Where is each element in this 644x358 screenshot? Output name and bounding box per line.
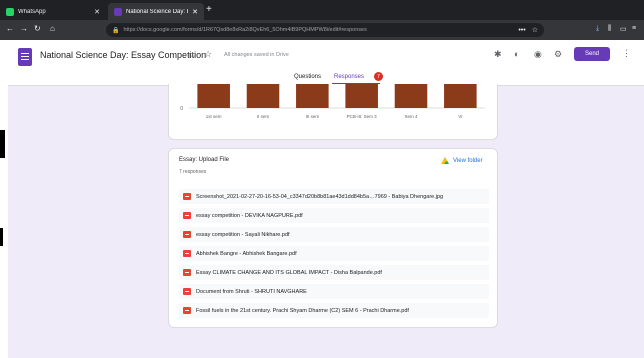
folder-icon[interactable]: ▭	[188, 49, 197, 60]
x-tick-label: VI	[458, 114, 462, 119]
file-name: essay competition - DEVIKA NAGPURE.pdf	[196, 212, 303, 219]
google-drive-icon	[441, 157, 449, 164]
file-row[interactable]: Document from Shruti - SHRUTI NAVGHARE	[179, 284, 489, 299]
addons-icon[interactable]: ✱	[494, 49, 502, 60]
chart-bar	[345, 84, 378, 108]
lock-icon: 🔒	[112, 27, 120, 34]
window-edge	[0, 228, 3, 246]
save-status: All changes saved in Drive	[224, 52, 289, 58]
chart-bar	[444, 84, 477, 108]
file-row[interactable]: Abhishek Bangre - Abhishek Bangare.pdf	[179, 246, 489, 261]
file-name: Abhishek Bangre - Abhishek Bangare.pdf	[196, 250, 297, 257]
browser-tab-bar: WhatsApp ✕ National Science Day: Essay C…	[0, 0, 644, 20]
home-icon[interactable]: ⌂	[50, 24, 55, 33]
response-count: 7 responses	[179, 169, 207, 175]
forward-icon[interactable]: →	[20, 24, 28, 33]
view-folder-label: View folder	[453, 157, 483, 164]
close-icon[interactable]: ✕	[192, 8, 198, 16]
x-tick-label: III sem	[306, 114, 320, 119]
file-upload-card: Essay: Upload File 7 responses View fold…	[168, 148, 498, 328]
library-icon[interactable]: ⫼	[608, 25, 611, 33]
send-button[interactable]: Send	[574, 47, 610, 61]
tab-whatsapp[interactable]: WhatsApp ✕	[0, 3, 106, 20]
star-icon[interactable]: ☆	[204, 49, 212, 60]
window-edge	[0, 130, 5, 158]
file-row[interactable]: Essay CLIMATE CHANGE AND ITS GLOBAL IMPA…	[179, 265, 489, 280]
tab-forms[interactable]: National Science Day: Essay C ✕	[108, 3, 204, 20]
x-tick-label: II sem	[257, 114, 270, 119]
question-title: Essay: Upload File	[179, 157, 230, 163]
chart-bar	[394, 84, 428, 108]
google-forms-icon	[114, 7, 122, 16]
form-title[interactable]: National Science Day: Essay Competition	[40, 50, 206, 60]
x-tick-label: 1st sem	[206, 114, 222, 119]
file-type-icon	[183, 288, 191, 295]
response-count-badge: 7	[374, 72, 383, 81]
file-name: Screenshot_2021-02-27-20-16-53-04_c3347d…	[196, 193, 444, 200]
file-type-icon	[183, 193, 191, 200]
file-row[interactable]: essay competition - DEVIKA NAGPURE.pdf	[179, 208, 489, 223]
chart-bar	[296, 84, 329, 108]
x-tick-label: PCB-III: Sem 3	[347, 114, 378, 119]
file-row[interactable]: essay competition - Sayali Nikhare.pdf	[179, 227, 489, 242]
bar-chart: 0 1st sem II sem III sem PCB-III: Sem 3 Sem 4…	[180, 84, 485, 119]
back-icon[interactable]: ←	[6, 24, 14, 33]
view-folder-link[interactable]: View folder	[441, 157, 483, 164]
sidebar-icon[interactable]: ▭	[620, 25, 627, 33]
file-type-icon	[183, 269, 191, 276]
more-horizontal-icon[interactable]: •••	[518, 27, 525, 34]
tab-responses[interactable]: Responses	[334, 74, 364, 80]
chart-bar	[197, 84, 230, 108]
url-text: https://docs.google.com/forms/d/1R67Qsd8…	[123, 27, 367, 33]
forms-header: National Science Day: Essay Competition …	[8, 40, 644, 86]
address-bar[interactable]: 🔒 https://docs.google.com/forms/d/1R67Qs…	[106, 23, 544, 37]
file-list: Screenshot_2021-02-27-20-16-53-04_c3347d…	[179, 189, 489, 322]
chart-card: 0 1st sem II sem III sem PCB-III: Sem 3 Sem 4…	[168, 84, 498, 140]
tab-label: National Science Day: Essay C	[126, 8, 188, 15]
file-name: Fossil fuels in the 21st century. Prachi…	[196, 307, 409, 314]
file-type-icon	[183, 231, 191, 238]
file-type-icon	[183, 250, 191, 257]
x-tick-label: Sem 4	[404, 114, 418, 119]
menu-icon[interactable]: ≡	[632, 25, 636, 32]
file-name: Essay CLIMATE CHANGE AND ITS GLOBAL IMPA…	[196, 269, 382, 276]
file-name: essay competition - Sayali Nikhare.pdf	[196, 231, 290, 238]
address-toolbar: ← → ↻ ⌂ 🔒 https://docs.google.com/forms/…	[0, 20, 644, 40]
bookmark-star-icon[interactable]: ☆	[532, 26, 538, 34]
whatsapp-icon	[6, 7, 14, 16]
tab-label: WhatsApp	[18, 8, 46, 15]
settings-gear-icon[interactable]: ⚙	[554, 49, 562, 60]
file-type-icon	[183, 212, 191, 219]
more-vert-icon[interactable]: ⋮	[622, 48, 631, 59]
new-tab-icon[interactable]: +	[206, 4, 212, 15]
preview-eye-icon[interactable]: ◉	[534, 49, 542, 60]
y-tick-label: 0	[180, 106, 183, 112]
tab-questions[interactable]: Questions	[294, 74, 321, 80]
file-name: Document from Shruti - SHRUTI NAVGHARE	[196, 288, 307, 295]
close-icon[interactable]: ✕	[94, 8, 100, 16]
file-type-icon	[183, 307, 191, 314]
google-forms-logo-icon[interactable]	[18, 48, 32, 66]
reload-icon[interactable]: ↻	[34, 24, 41, 33]
download-icon[interactable]: ⤓	[596, 25, 599, 33]
file-row[interactable]: Screenshot_2021-02-27-20-16-53-04_c3347d…	[179, 189, 489, 204]
file-row[interactable]: Fossil fuels in the 21st century. Prachi…	[179, 303, 489, 318]
chart-bar	[246, 84, 280, 108]
palette-icon[interactable]: ◐	[514, 49, 519, 59]
